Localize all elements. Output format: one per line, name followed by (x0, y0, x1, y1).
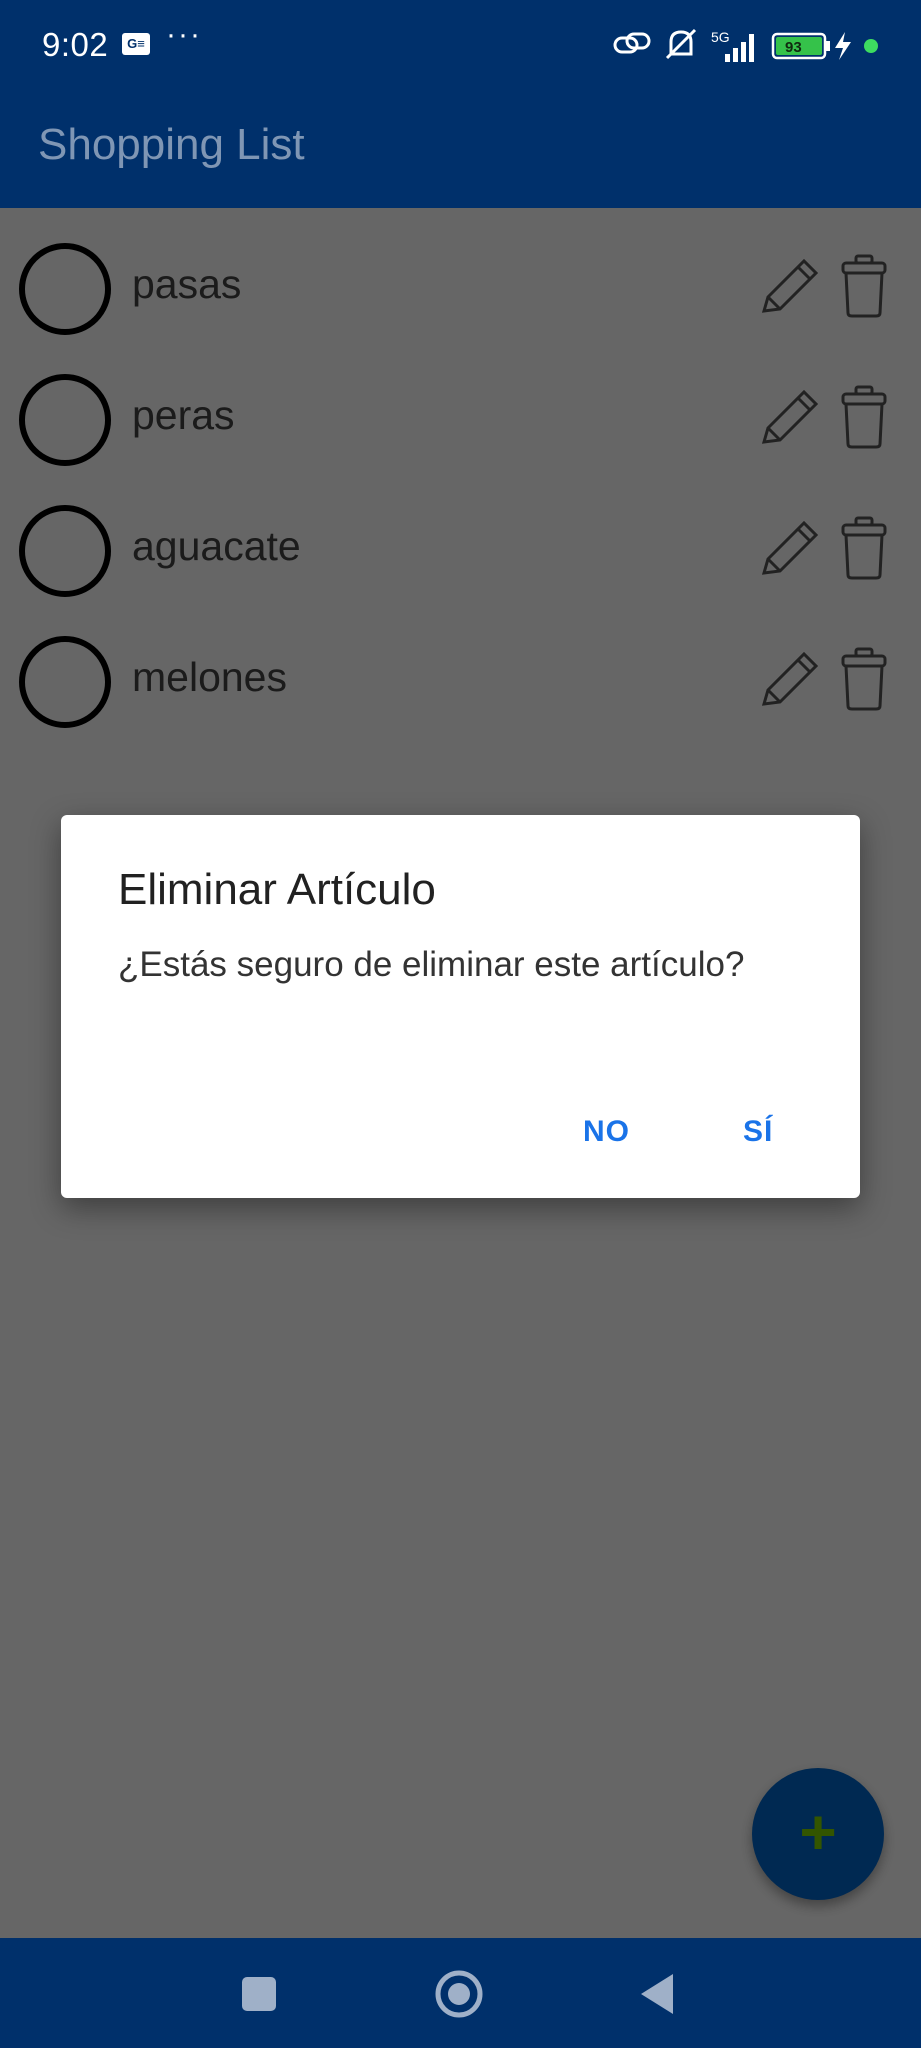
home-icon[interactable] (433, 1968, 485, 2020)
status-bar: 9:02 G≡ ··· 5G 93 (0, 0, 921, 92)
status-time: 9:02 (42, 26, 109, 63)
back-icon[interactable] (633, 1968, 685, 2020)
charging-icon (835, 32, 851, 60)
recents-icon[interactable] (233, 1968, 285, 2020)
battery-icon: 93 (771, 32, 830, 60)
yes-button[interactable]: SÍ (725, 1105, 791, 1159)
more-notifications-icon: ··· (166, 18, 202, 51)
system-icons: 5G 93 (613, 28, 878, 62)
battery-level: 93 (785, 39, 802, 56)
dialog-message: ¿Estás seguro de eliminar este artículo? (118, 945, 745, 984)
notification-app-icon: G≡ (122, 33, 150, 55)
link-icon (613, 32, 651, 54)
vibrate-mute-icon (665, 28, 697, 60)
page-title: Shopping List (38, 120, 305, 169)
delete-confirm-dialog: Eliminar Artículo ¿Estás seguro de elimi… (61, 815, 860, 1198)
no-button[interactable]: NO (565, 1105, 648, 1159)
active-dot-icon (864, 39, 878, 53)
app-bar: Shopping List (0, 92, 921, 208)
system-nav-bar (0, 1938, 921, 2048)
dialog-title: Eliminar Artículo (118, 865, 436, 914)
network-type: 5G (711, 29, 730, 45)
